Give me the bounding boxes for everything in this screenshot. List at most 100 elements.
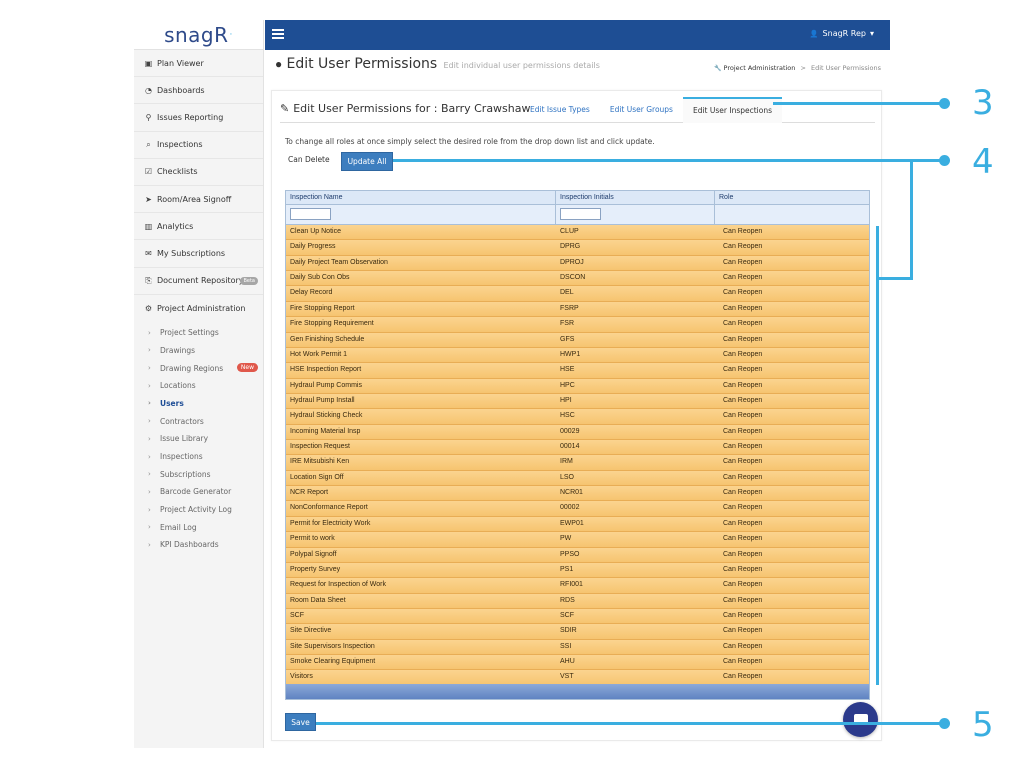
cell-role[interactable]: Can Reopen bbox=[715, 563, 869, 577]
cell-role[interactable]: Can Reopen bbox=[715, 271, 869, 285]
table-row[interactable]: NCR Report NCR01 Can Reopen bbox=[286, 486, 869, 502]
submenu-item-email-log[interactable]: › Email Log bbox=[134, 518, 263, 536]
cell-role[interactable]: Can Reopen bbox=[715, 594, 869, 608]
cell-role[interactable]: Can Reopen bbox=[715, 286, 869, 300]
sidebar-item-checklists[interactable]: ☑ Checklists bbox=[134, 159, 263, 186]
table-row[interactable]: Inspection Request 00014 Can Reopen bbox=[286, 440, 869, 456]
table-row[interactable]: Hot Work Permit 1 HWP1 Can Reopen bbox=[286, 347, 869, 364]
cell-role[interactable]: Can Reopen bbox=[715, 501, 869, 515]
cell-role[interactable]: Can Reopen bbox=[715, 379, 869, 393]
cell-role[interactable]: Can Reopen bbox=[715, 640, 869, 654]
table-row[interactable]: Location Sign Off LSO Can Reopen bbox=[286, 470, 869, 487]
cell-role[interactable]: Can Reopen bbox=[715, 256, 869, 270]
bulk-role-select[interactable]: Can Delete bbox=[288, 155, 330, 164]
cell-role[interactable]: Can Reopen bbox=[715, 609, 869, 623]
cell-role[interactable]: Can Reopen bbox=[715, 425, 869, 439]
submenu-item-project-settings[interactable]: › Project Settings bbox=[134, 324, 263, 342]
breadcrumb-project-admin[interactable]: Project Administration bbox=[724, 64, 796, 72]
cell-role[interactable]: Can Reopen bbox=[715, 471, 869, 485]
cell-role[interactable]: Can Reopen bbox=[715, 409, 869, 423]
tab-edit-user-groups[interactable]: Edit User Groups bbox=[600, 97, 683, 123]
cell-role[interactable]: Can Reopen bbox=[715, 440, 869, 454]
submenu-item-inspections[interactable]: › Inspections bbox=[134, 448, 263, 466]
cell-role[interactable]: Can Reopen bbox=[715, 394, 869, 408]
header-inspection-name[interactable]: Inspection Name bbox=[286, 191, 556, 204]
update-all-button[interactable]: Update All bbox=[341, 152, 393, 171]
cell-role[interactable]: Can Reopen bbox=[715, 317, 869, 331]
table-row[interactable]: Property Survey PS1 Can Reopen bbox=[286, 562, 869, 579]
table-row[interactable]: Room Data Sheet RDS Can Reopen bbox=[286, 593, 869, 609]
submenu-item-subscriptions[interactable]: › Subscriptions bbox=[134, 465, 263, 483]
table-row[interactable]: Hydraul Sticking Check HSC Can Reopen bbox=[286, 409, 869, 425]
submenu-item-drawing-regions[interactable]: › Drawing Regions New bbox=[134, 359, 263, 377]
cell-role[interactable]: Can Reopen bbox=[715, 624, 869, 638]
table-row[interactable]: Fire Stopping Report FSRP Can Reopen bbox=[286, 301, 869, 318]
cell-inspection-name: NonConformance Report bbox=[290, 504, 368, 512]
table-row[interactable]: Daily Progress DPRG Can Reopen bbox=[286, 240, 869, 256]
table-row[interactable]: Smoke Clearing Equipment AHU Can Reopen bbox=[286, 655, 869, 671]
sidebar-item-issues-reporting[interactable]: ⚲ Issues Reporting bbox=[134, 104, 263, 132]
cell-role[interactable]: Can Reopen bbox=[715, 240, 869, 254]
sidebar-item-my-subscriptions[interactable]: ✉ My Subscriptions bbox=[134, 240, 263, 268]
user-menu[interactable]: 👤 SnagR Rep ▾ bbox=[810, 29, 874, 38]
filter-inspection-name-input[interactable] bbox=[290, 208, 331, 220]
table-row[interactable]: Delay Record DEL Can Reopen bbox=[286, 286, 869, 302]
table-row[interactable]: Fire Stopping Requirement FSR Can Reopen bbox=[286, 317, 869, 333]
table-row[interactable]: Permit for Electricity Work EWP01 Can Reop… bbox=[286, 516, 869, 533]
cell-role[interactable]: Can Reopen bbox=[715, 517, 869, 531]
tab-edit-issue-types[interactable]: Edit Issue Types bbox=[520, 97, 600, 123]
submenu-item-kpi-dashboards[interactable]: › KPI Dashboards bbox=[134, 536, 263, 554]
table-row[interactable]: Clean Up Notice CLUP Can Reopen bbox=[286, 225, 869, 241]
table-row[interactable]: Permit to work PW Can Reopen bbox=[286, 532, 869, 548]
table-row[interactable]: Hydraul Pump Install HPI Can Reopen bbox=[286, 393, 869, 410]
cell-role[interactable]: Can Reopen bbox=[715, 486, 869, 500]
submenu-item-users[interactable]: › Users bbox=[134, 395, 263, 413]
table-row[interactable]: Polypal Signoff PPSO Can Reopen bbox=[286, 547, 869, 563]
table-row[interactable]: Site Directive SDIR Can Reopen bbox=[286, 624, 869, 640]
cell-role[interactable]: Can Reopen bbox=[715, 363, 869, 377]
tab-edit-user-inspections[interactable]: Edit User Inspections bbox=[682, 97, 783, 123]
cell-role[interactable]: Can Reopen bbox=[715, 532, 869, 546]
submenu-item-project-activity-log[interactable]: › Project Activity Log bbox=[134, 501, 263, 519]
table-row[interactable]: Hydraul Pump Commis HPC Can Reopen bbox=[286, 378, 869, 394]
cell-role[interactable]: Can Reopen bbox=[715, 548, 869, 562]
hamburger-menu-icon[interactable] bbox=[272, 29, 284, 39]
table-row[interactable]: HSE Inspection Report HSE Can Reopen bbox=[286, 363, 869, 379]
sidebar-item-inspections[interactable]: ⌕ Inspections bbox=[134, 132, 263, 159]
cell-role[interactable]: Can Reopen bbox=[715, 578, 869, 592]
sidebar-item-analytics[interactable]: ▥ Analytics bbox=[134, 213, 263, 241]
cell-role[interactable]: Can Reopen bbox=[715, 455, 869, 469]
filter-inspection-initials-input[interactable] bbox=[560, 208, 601, 220]
table-row[interactable]: Site Supervisors Inspection SSI Can Reopen bbox=[286, 639, 869, 656]
cell-role[interactable]: Can Reopen bbox=[715, 670, 869, 684]
submenu-item-issue-library[interactable]: › Issue Library bbox=[134, 430, 263, 448]
table-row[interactable]: IRE Mitsubishi Ken IRM Can Reopen bbox=[286, 455, 869, 471]
sidebar-item-room-area-signoff[interactable]: ➤ Room/Area Signoff bbox=[134, 186, 263, 214]
save-button[interactable]: Save bbox=[285, 713, 316, 731]
table-row[interactable]: SCF SCF Can Reopen bbox=[286, 608, 869, 625]
cell-role[interactable]: Can Reopen bbox=[715, 225, 869, 239]
cell-role[interactable]: Can Reopen bbox=[715, 333, 869, 347]
submenu-item-barcode-generator[interactable]: › Barcode Generator bbox=[134, 483, 263, 501]
cell-inspection-name: Hydraul Pump Commis bbox=[290, 381, 362, 389]
table-row[interactable]: Request for Inspection of Work RFI001 Can … bbox=[286, 578, 869, 594]
table-row[interactable]: Daily Project Team Observation DPROJ Can R… bbox=[286, 255, 869, 272]
cell-role[interactable]: Can Reopen bbox=[715, 348, 869, 362]
sidebar-item-document-repository[interactable]: ⎘ Document Repository Beta bbox=[134, 268, 263, 295]
table-row[interactable]: Incoming Material Insp 00029 Can Reopen bbox=[286, 424, 869, 441]
submenu-item-locations[interactable]: › Locations bbox=[134, 377, 263, 395]
cell-role[interactable]: Can Reopen bbox=[715, 655, 869, 669]
table-row[interactable]: NonConformance Report 00002 Can Reopen bbox=[286, 501, 869, 517]
sidebar-item-project-administration[interactable]: ⚙ Project Administration bbox=[134, 295, 263, 322]
brand-logo[interactable]: snagR · bbox=[134, 20, 263, 50]
table-row[interactable]: Daily Sub Con Obs DSCON Can Reopen bbox=[286, 271, 869, 287]
chat-button[interactable] bbox=[843, 702, 878, 737]
header-role[interactable]: Role bbox=[715, 191, 869, 204]
table-row[interactable]: Gen Finishing Schedule GFS Can Reopen bbox=[286, 332, 869, 348]
sidebar-item-plan-viewer[interactable]: ▣ Plan Viewer bbox=[134, 50, 263, 78]
cell-role[interactable]: Can Reopen bbox=[715, 302, 869, 316]
sidebar-item-dashboards[interactable]: ◔ Dashboards bbox=[134, 77, 263, 105]
submenu-item-contractors[interactable]: › Contractors bbox=[134, 412, 263, 430]
header-inspection-initials[interactable]: Inspection Initials bbox=[556, 191, 715, 204]
submenu-item-drawings[interactable]: › Drawings bbox=[134, 342, 263, 360]
